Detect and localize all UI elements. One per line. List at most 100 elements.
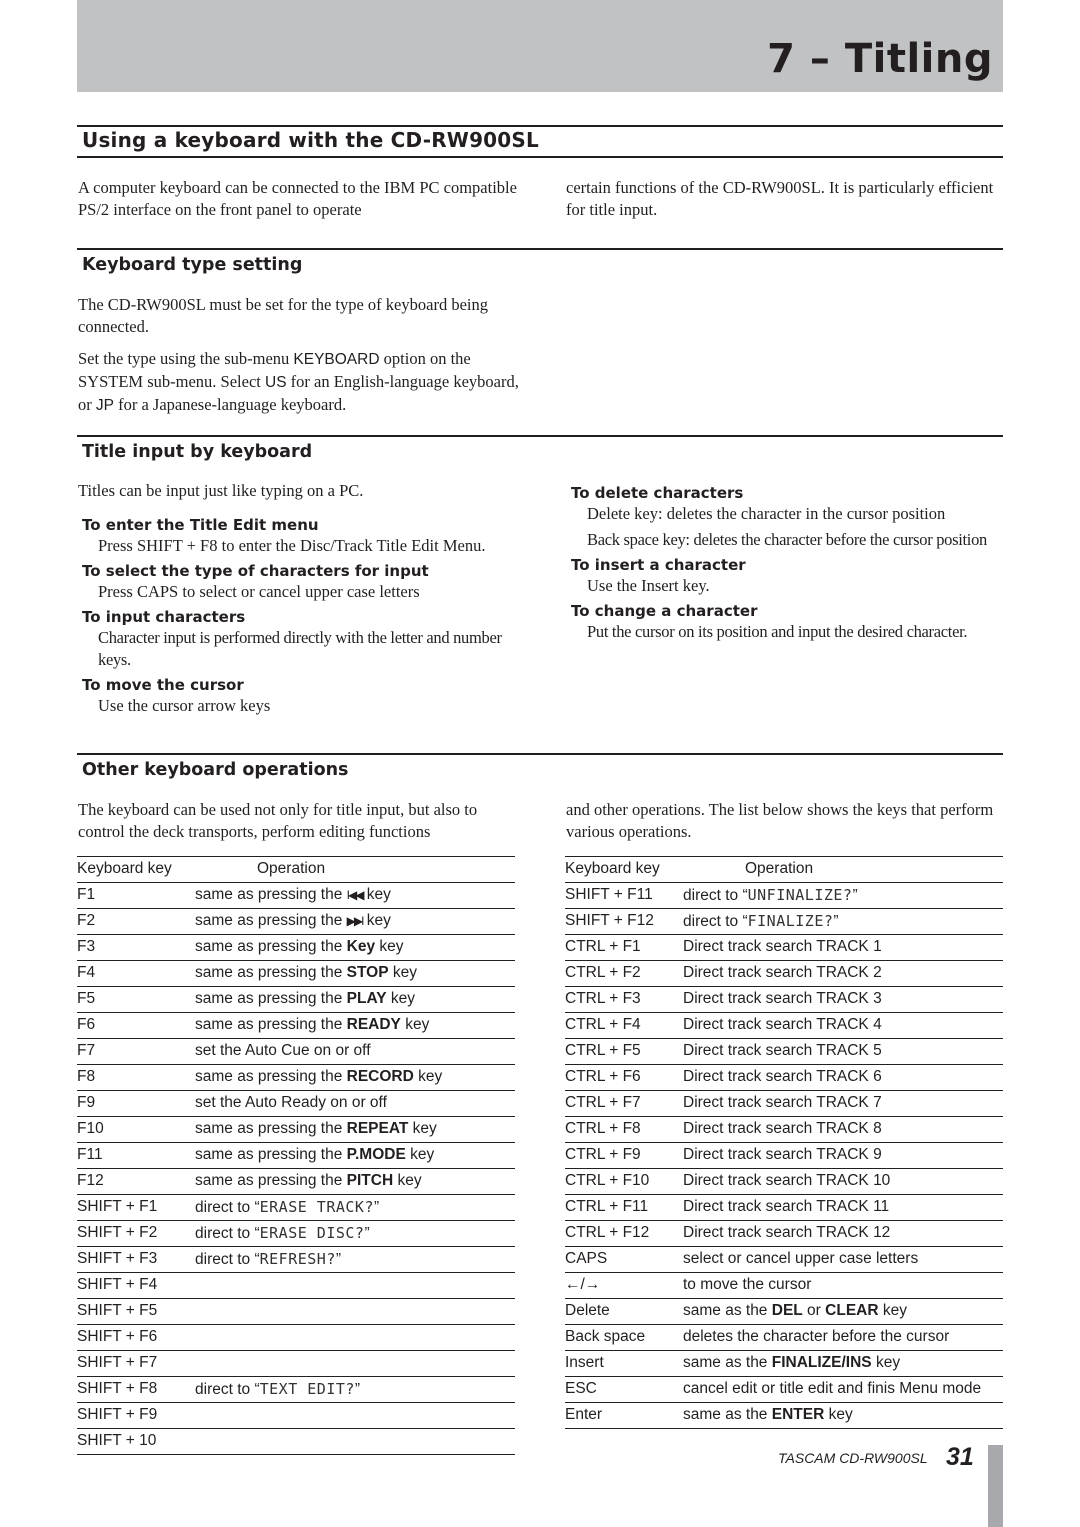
operation-text: same as the — [683, 1406, 772, 1423]
operation-text: key — [824, 1406, 853, 1423]
operation-text: ” — [852, 887, 858, 904]
operation-cell: Direct track search TRACK 10 — [683, 1168, 1003, 1195]
operation-text: ” — [833, 913, 839, 930]
title-input-right-column: To delete characters Delete key: deletes … — [571, 481, 1011, 647]
subsection-heading: To input characters — [82, 608, 246, 626]
table-row: F12 same as pressing the PITCH key — [77, 1168, 515, 1195]
operation-cell: Direct track search TRACK 11 — [683, 1194, 1003, 1221]
operation-cell: select or cancel upper case letters — [683, 1246, 1003, 1273]
key-cell: CTRL + F8 — [565, 1116, 683, 1143]
operation-cell: direct to “ERASE DISC?” — [195, 1220, 515, 1247]
jp-option-label: JP — [95, 397, 114, 414]
lcd-display-text: FINALIZE? — [747, 912, 834, 930]
table-row: CTRL + F4 Direct track search TRACK 4 — [565, 1012, 1003, 1039]
operation-text: direct to “ — [683, 887, 748, 904]
operation-text: direct to “ — [195, 1199, 260, 1216]
key-cell: Delete — [565, 1298, 683, 1325]
operation-text: or — [802, 1302, 826, 1319]
operation-cell: same as pressing the Key key — [195, 934, 515, 961]
operation-text: same as pressing the — [195, 912, 347, 929]
table-row: Enter same as the ENTER key — [565, 1402, 1003, 1429]
table-row: F2 same as pressing the ▶▶I key — [77, 908, 515, 935]
operation-text: Direct track search TRACK 10 — [683, 1172, 891, 1189]
table-row: SHIFT + F3 direct to “REFRESH?” — [77, 1246, 515, 1273]
key-cell: F5 — [77, 986, 195, 1013]
operation-text: same as pressing the — [195, 886, 347, 903]
operation-text: key — [362, 886, 391, 903]
skip-back-icon: I◀◀ — [346, 888, 365, 902]
key-cell: SHIFT + F2 — [77, 1220, 195, 1247]
lcd-display-text: REFRESH? — [259, 1250, 336, 1268]
key-cell: Back space — [565, 1324, 683, 1351]
operation-cell — [195, 1272, 515, 1299]
key-cell: F11 — [77, 1142, 195, 1169]
table-row: F11 same as pressing the P.MODE key — [77, 1142, 515, 1169]
table-row: SHIFT + F7 — [77, 1350, 515, 1377]
operation-text: set the Auto Ready on or off — [195, 1094, 387, 1111]
operation-cell: direct to “REFRESH?” — [195, 1246, 515, 1273]
table-row: F8 same as pressing the RECORD key — [77, 1064, 515, 1091]
operation-text: Direct track search TRACK 9 — [683, 1146, 882, 1163]
chapter-header-band: 7 – Titling — [77, 0, 1003, 92]
operation-cell — [195, 1402, 515, 1429]
skip-forward-icon: ▶▶I — [346, 914, 365, 928]
footer-brand-model: TASCAM CD-RW900SL — [778, 1450, 928, 1466]
intro-left: A computer keyboard can be connected to … — [78, 178, 517, 219]
key-cell: SHIFT + F11 — [565, 882, 683, 909]
key-cell: CAPS — [565, 1246, 683, 1273]
table-row: SHIFT + F1 direct to “ERASE TRACK?” — [77, 1194, 515, 1221]
operation-cell: direct to “ERASE TRACK?” — [195, 1194, 515, 1221]
table-row: CTRL + F10 Direct track search TRACK 10 — [565, 1168, 1003, 1195]
title-input-rule — [77, 435, 1003, 437]
key-table-left: Keyboard key Operation F1 same as pressin… — [77, 856, 515, 1455]
table-row: ←/→ to move the cursor — [565, 1272, 1003, 1299]
keyboard-type-para2: Set the type using the sub-menu KEYBOARD… — [78, 348, 523, 417]
table-row: SHIFT + F6 — [77, 1324, 515, 1351]
operation-text: direct to “ — [195, 1225, 260, 1242]
section-title: Using a keyboard with the CD-RW900SL — [82, 128, 539, 152]
table-header-row: Keyboard key Operation — [565, 856, 1003, 883]
table-row: F4 same as pressing the STOP key — [77, 960, 515, 987]
operation-cell: Direct track search TRACK 1 — [683, 934, 1003, 961]
key-cell: F2 — [77, 908, 195, 935]
operation-cell: same as the ENTER key — [683, 1402, 1003, 1429]
key-cell: SHIFT + F9 — [77, 1402, 195, 1429]
table-row: SHIFT + F11 direct to “UNFINALIZE?” — [565, 882, 1003, 909]
table-row: SHIFT + F2 direct to “ERASE DISC?” — [77, 1220, 515, 1247]
chapter-title: 7 – Titling — [767, 36, 993, 82]
table-row: CTRL + F5 Direct track search TRACK 5 — [565, 1038, 1003, 1065]
operation-text: Direct track search TRACK 4 — [683, 1016, 882, 1033]
operation-cell: Direct track search TRACK 4 — [683, 1012, 1003, 1039]
table-row: CTRL + F2 Direct track search TRACK 2 — [565, 960, 1003, 987]
operation-text: Direct track search TRACK 1 — [683, 938, 882, 955]
subsection-body: Use the cursor arrow keys — [98, 696, 271, 715]
operation-cell: Direct track search TRACK 12 — [683, 1220, 1003, 1247]
other-ops-intro-right: and other operations. The list below sho… — [566, 800, 994, 841]
operation-cell: Direct track search TRACK 3 — [683, 986, 1003, 1013]
key-cell: CTRL + F9 — [565, 1142, 683, 1169]
operation-cell: Direct track search TRACK 5 — [683, 1038, 1003, 1065]
key-cell: SHIFT + F1 — [77, 1194, 195, 1221]
key-cell: CTRL + F3 — [565, 986, 683, 1013]
operation-cell: cancel edit or title edit and finis Menu… — [683, 1376, 1003, 1403]
lcd-display-text: ERASE TRACK? — [259, 1198, 374, 1216]
title-input-intro: Titles can be input just like typing on … — [78, 481, 364, 500]
subsection-heading: To enter the Title Edit menu — [82, 516, 319, 534]
operation-text: key — [375, 938, 404, 955]
table-row: CAPS select or cancel upper case letters — [565, 1246, 1003, 1273]
key-cell: SHIFT + F12 — [565, 908, 683, 935]
operation-cell: Direct track search TRACK 6 — [683, 1064, 1003, 1091]
operation-text: same as pressing the — [195, 1146, 347, 1163]
us-option-label: US — [265, 374, 287, 391]
key-cell: ESC — [565, 1376, 683, 1403]
key-cell: CTRL + F4 — [565, 1012, 683, 1039]
operation-text: direct to “ — [683, 913, 748, 930]
table-row: SHIFT + 10 — [77, 1428, 515, 1455]
subsection-body: Use the Insert key. — [587, 576, 710, 595]
operation-cell: same as pressing the ▶▶I key — [195, 908, 515, 935]
table-row: Insert same as the FINALIZE/INS key — [565, 1350, 1003, 1377]
device-key-label: CLEAR — [825, 1302, 879, 1319]
subsection-heading: To select the type of characters for inp… — [82, 562, 429, 580]
table-header-row: Keyboard key Operation — [77, 856, 515, 883]
device-key-label: PLAY — [346, 990, 387, 1007]
